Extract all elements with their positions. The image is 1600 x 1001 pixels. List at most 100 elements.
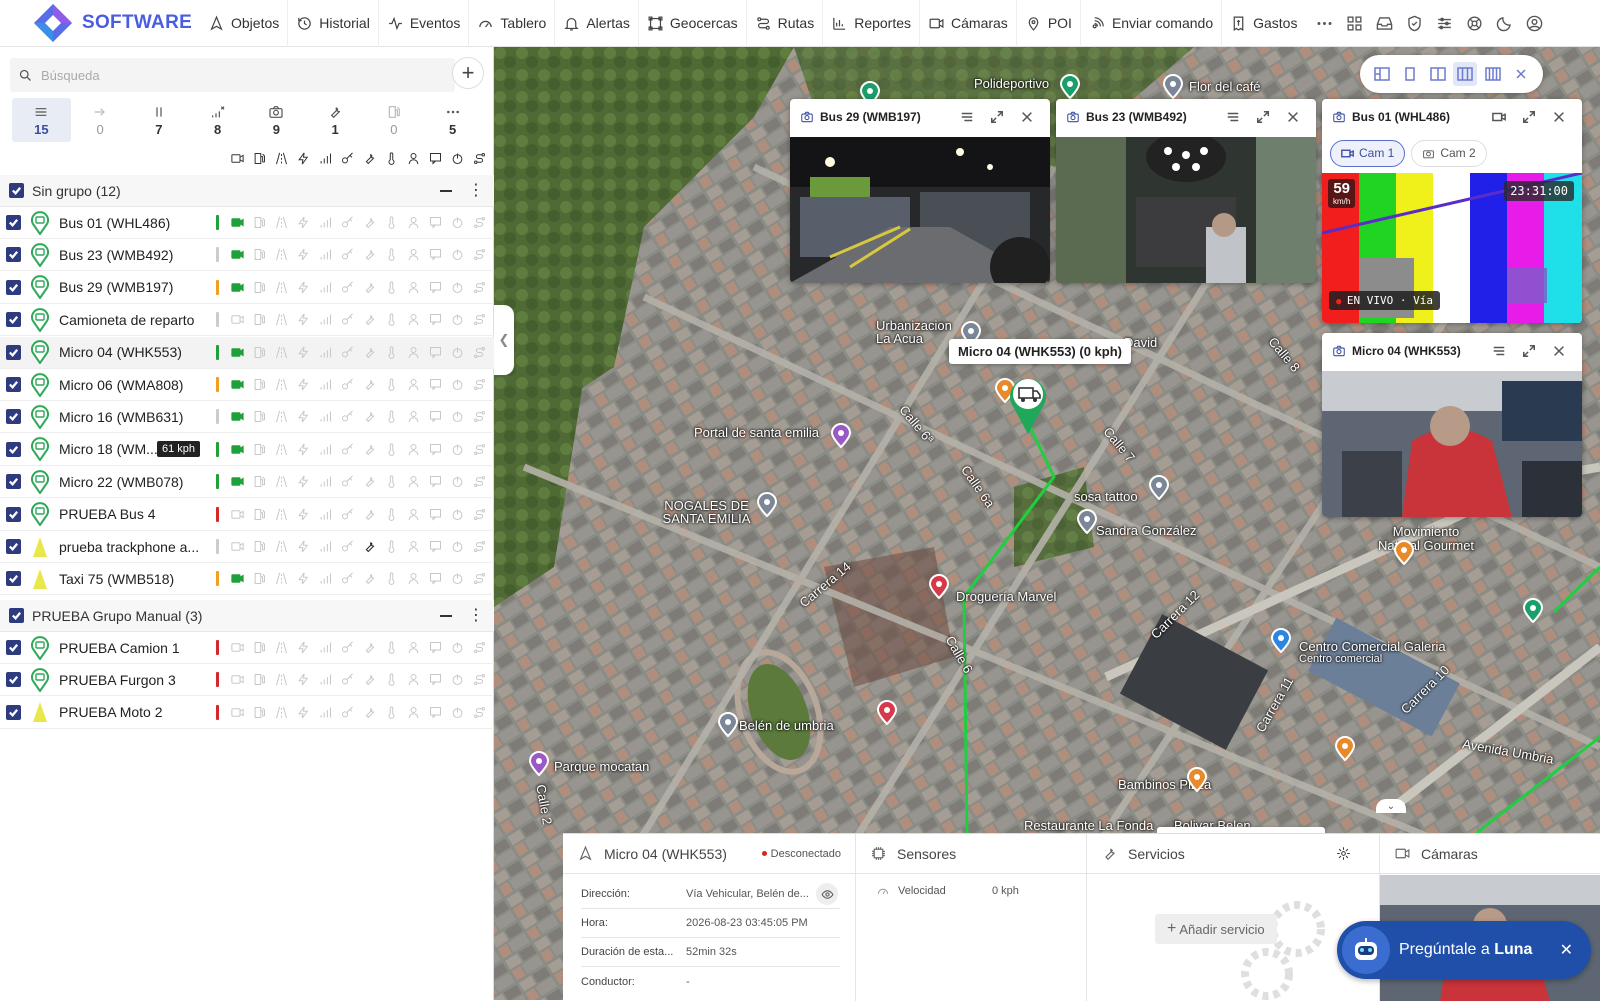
lightning-status[interactable] — [292, 377, 314, 392]
lightning-status[interactable] — [292, 507, 314, 522]
road-status[interactable] — [270, 312, 292, 327]
filter-fuel[interactable]: 0 — [365, 98, 424, 142]
message-status[interactable] — [424, 280, 446, 295]
lightning-status[interactable] — [292, 474, 314, 489]
key-status[interactable] — [336, 539, 358, 554]
object-checkbox[interactable] — [6, 571, 21, 587]
fuel-status[interactable] — [248, 442, 270, 457]
road-status[interactable] — [270, 539, 292, 554]
poi-marker-icon[interactable] — [1393, 539, 1415, 565]
nav-objetos[interactable]: Objetos — [200, 0, 289, 47]
camera-close-button[interactable] — [1278, 110, 1308, 124]
road-status[interactable] — [270, 705, 292, 720]
signal-status[interactable] — [314, 474, 336, 489]
thermometer-status[interactable] — [380, 247, 402, 262]
wrench-status[interactable] — [358, 377, 380, 392]
road-status[interactable] — [270, 409, 292, 424]
video-status[interactable] — [226, 640, 248, 655]
camera-feed[interactable] — [1322, 371, 1582, 517]
fuel-status[interactable] — [248, 312, 270, 327]
route-status[interactable] — [468, 280, 490, 295]
lightning-status[interactable] — [292, 640, 314, 655]
key-status[interactable] — [336, 312, 358, 327]
video-status[interactable] — [226, 705, 248, 720]
theme-button[interactable] — [1489, 8, 1519, 38]
power-status[interactable] — [446, 539, 468, 554]
wrench-status[interactable] — [358, 280, 380, 295]
driver-status[interactable] — [402, 507, 424, 522]
signal-status[interactable] — [314, 672, 336, 687]
layout-four-button[interactable] — [1481, 62, 1505, 86]
power-status[interactable] — [446, 571, 468, 586]
power-status[interactable] — [446, 474, 468, 489]
logo[interactable]: SOFTWARE — [0, 3, 200, 43]
col-wrench[interactable] — [358, 151, 380, 169]
camera-feed[interactable] — [790, 137, 1050, 283]
fuel-status[interactable] — [248, 377, 270, 392]
search-input[interactable] — [41, 67, 421, 83]
video-status[interactable] — [226, 474, 248, 489]
poi-marker-icon[interactable] — [528, 750, 550, 776]
wrench-status[interactable] — [358, 247, 380, 262]
thermometer-status[interactable] — [380, 672, 402, 687]
object-checkbox[interactable] — [6, 539, 21, 554]
power-status[interactable] — [446, 672, 468, 687]
signal-status[interactable] — [314, 640, 336, 655]
wrench-status[interactable] — [358, 409, 380, 424]
thermometer-status[interactable] — [380, 312, 402, 327]
lightning-status[interactable] — [292, 539, 314, 554]
camera-menu-button[interactable] — [1484, 344, 1514, 358]
filter-camera[interactable]: 9 — [247, 98, 306, 142]
collapse-group-icon[interactable] — [440, 189, 452, 192]
list-item[interactable]: Camioneta de reparto — [0, 304, 494, 337]
message-status[interactable] — [424, 571, 446, 586]
camera-feed[interactable]: 59 km/h 23:31:00 ● EN VIVO · Vía — [1322, 171, 1582, 323]
tab-cam-2[interactable]: Cam 2 — [1411, 139, 1487, 167]
object-checkbox[interactable] — [6, 279, 21, 295]
thermometer-status[interactable] — [380, 377, 402, 392]
col-video[interactable] — [226, 151, 248, 169]
lightning-status[interactable] — [292, 409, 314, 424]
camera-expand-button[interactable] — [1514, 344, 1544, 358]
key-status[interactable] — [336, 409, 358, 424]
route-status[interactable] — [468, 442, 490, 457]
list-item[interactable]: PRUEBA Moto 2 — [0, 697, 494, 729]
nav-alertas[interactable]: Alertas — [555, 0, 639, 47]
key-status[interactable] — [336, 705, 358, 720]
camera-window-header[interactable]: Bus 01 (WHL486) — [1322, 99, 1582, 135]
object-checkbox[interactable] — [6, 344, 21, 360]
wrench-status[interactable] — [358, 312, 380, 327]
wrench-status[interactable] — [358, 640, 380, 655]
signal-status[interactable] — [314, 705, 336, 720]
col-message[interactable] — [424, 151, 446, 169]
filter-pause[interactable]: 7 — [130, 98, 189, 142]
list-item[interactable]: PRUEBA Camion 1 — [0, 632, 494, 664]
route-status[interactable] — [468, 345, 490, 360]
object-checkbox[interactable] — [6, 247, 21, 263]
object-checkbox[interactable] — [6, 377, 21, 392]
group-header[interactable]: PRUEBA Grupo Manual (3) ⋮ — [0, 600, 494, 632]
thermometer-status[interactable] — [380, 345, 402, 360]
settings-button[interactable] — [1429, 8, 1459, 38]
collapse-sidebar-button[interactable]: ❮ — [494, 305, 514, 375]
poi-marker-icon[interactable] — [1148, 474, 1170, 500]
close-cameras-button[interactable] — [1509, 62, 1533, 86]
list-item[interactable]: PRUEBA Bus 4 — [0, 499, 494, 531]
camera-window-header[interactable]: Bus 29 (WMB197) — [790, 99, 1050, 135]
road-status[interactable] — [270, 215, 292, 230]
list-item[interactable]: Micro 18 (WM... 61 kph — [0, 434, 494, 466]
filter-arrow-right[interactable]: 0 — [71, 98, 130, 142]
route-status[interactable] — [468, 377, 490, 392]
wrench-status[interactable] — [358, 672, 380, 687]
filter-more[interactable]: 5 — [423, 98, 482, 142]
thermometer-status[interactable] — [380, 442, 402, 457]
col-fuel[interactable] — [248, 151, 270, 169]
camera-menu-button[interactable] — [952, 110, 982, 124]
filter-wrench[interactable]: 1 — [306, 98, 365, 142]
camera-window-header[interactable]: Micro 04 (WHK553) — [1322, 333, 1582, 369]
thermometer-status[interactable] — [380, 539, 402, 554]
poi-marker-icon[interactable] — [1059, 73, 1081, 99]
layout-three-button[interactable] — [1453, 62, 1478, 86]
camera-feed[interactable] — [1056, 137, 1316, 283]
key-status[interactable] — [336, 215, 358, 230]
